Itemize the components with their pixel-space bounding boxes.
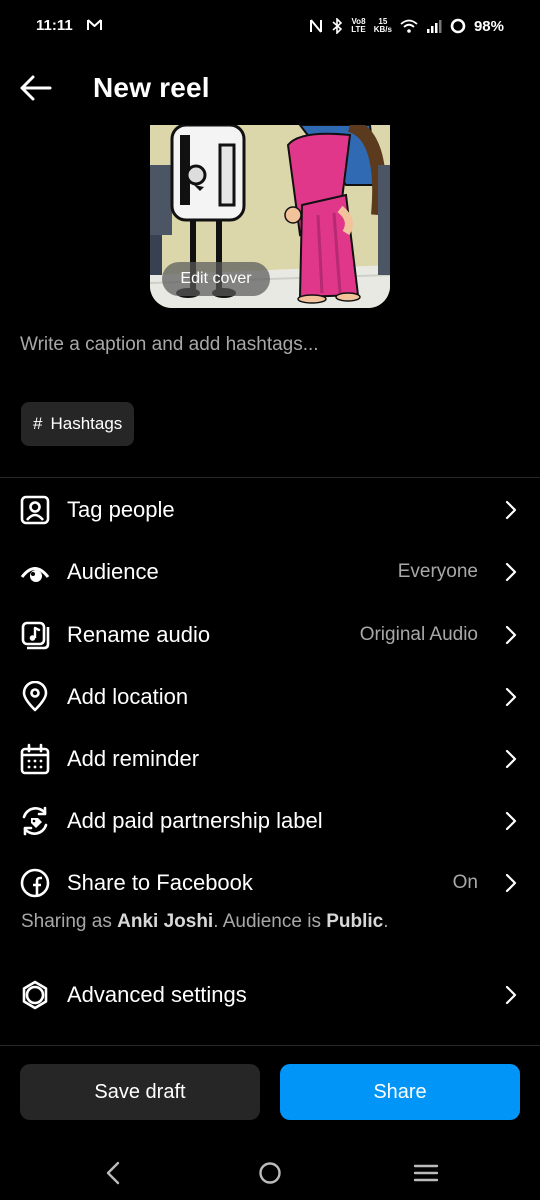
nav-menu-icon[interactable] bbox=[406, 1158, 446, 1188]
chevron-right-icon bbox=[505, 749, 517, 769]
header: New reel bbox=[0, 58, 540, 118]
paid-partnership-row[interactable]: Add paid partnership label bbox=[0, 793, 540, 849]
chevron-right-icon bbox=[505, 687, 517, 707]
edit-cover-button[interactable]: Edit cover bbox=[162, 262, 270, 296]
add-location-label: Add location bbox=[67, 684, 189, 709]
audience-row[interactable]: Audience Everyone bbox=[0, 544, 540, 600]
network-speed: 15 KB/s bbox=[373, 17, 392, 34]
nfc-icon bbox=[310, 19, 323, 33]
chevron-right-icon bbox=[505, 873, 517, 893]
nav-home-icon[interactable] bbox=[250, 1158, 290, 1188]
tag-people-label: Tag people bbox=[67, 497, 175, 522]
audience-label: Audience bbox=[67, 559, 159, 584]
gear-icon bbox=[18, 979, 52, 1011]
tag-person-icon bbox=[18, 494, 52, 526]
add-reminder-label: Add reminder bbox=[67, 746, 200, 771]
volte-indicator: Vo8 LTE bbox=[351, 17, 366, 34]
save-draft-button[interactable]: Save draft bbox=[20, 1064, 260, 1120]
chevron-right-icon bbox=[505, 562, 517, 582]
add-reminder-row[interactable]: Add reminder bbox=[0, 731, 540, 787]
status-icons: Vo8 LTE 15 KB/s 98% bbox=[309, 15, 504, 37]
share-facebook-label: Share to Facebook bbox=[67, 870, 253, 895]
chevron-right-icon bbox=[505, 811, 517, 831]
divider bbox=[0, 1045, 540, 1046]
share-facebook-value: On bbox=[452, 872, 478, 893]
gmail-icon bbox=[87, 19, 102, 30]
battery-percent: 98% bbox=[473, 17, 504, 35]
partnership-icon bbox=[18, 805, 52, 837]
page-title: New reel bbox=[93, 72, 210, 103]
status-bar: 11:11 Vo8 LTE 15 KB/s 98% bbox=[0, 0, 540, 54]
audience-value: Everyone bbox=[397, 561, 478, 582]
eye-icon bbox=[18, 556, 52, 588]
add-location-row[interactable]: Add location bbox=[0, 669, 540, 725]
tag-people-row[interactable]: Tag people bbox=[0, 482, 540, 538]
caption-input[interactable] bbox=[20, 330, 520, 360]
calendar-icon bbox=[18, 743, 52, 775]
back-arrow-icon[interactable] bbox=[16, 70, 56, 106]
divider bbox=[0, 477, 540, 478]
chevron-right-icon bbox=[505, 625, 517, 645]
chevron-right-icon bbox=[505, 500, 517, 520]
location-pin-icon bbox=[18, 681, 52, 713]
nav-back-icon[interactable] bbox=[94, 1158, 134, 1188]
hashtags-button[interactable]: # Hashtags bbox=[21, 402, 135, 446]
bluetooth-icon bbox=[332, 18, 343, 34]
signal-icon bbox=[426, 20, 442, 33]
hashtag-icon: # bbox=[33, 414, 43, 433]
sharing-audience: Public bbox=[326, 911, 384, 932]
rename-audio-value: Original Audio bbox=[359, 624, 478, 645]
reel-cover[interactable]: Edit cover bbox=[150, 125, 390, 308]
advanced-settings-row[interactable]: Advanced settings bbox=[0, 967, 540, 1023]
facebook-icon bbox=[18, 867, 52, 899]
music-note-icon bbox=[18, 619, 52, 651]
advanced-settings-label: Advanced settings bbox=[67, 982, 247, 1007]
paid-partnership-label: Add paid partnership label bbox=[67, 808, 323, 833]
system-nav-bar bbox=[0, 1146, 540, 1200]
wifi-icon bbox=[400, 19, 418, 33]
chevron-right-icon bbox=[505, 985, 517, 1005]
battery-icon bbox=[450, 18, 466, 34]
rename-audio-label: Rename audio bbox=[67, 622, 211, 647]
hashtags-label: Hashtags bbox=[50, 414, 123, 433]
share-button[interactable]: Share bbox=[280, 1064, 520, 1120]
sharing-info: Sharing as Anki Joshi. Audience is Publi… bbox=[21, 911, 389, 932]
rename-audio-row[interactable]: Rename audio Original Audio bbox=[0, 607, 540, 663]
sharing-account-name: Anki Joshi bbox=[117, 911, 214, 932]
share-facebook-row[interactable]: Share to Facebook On bbox=[0, 855, 540, 911]
status-time: 11:11 bbox=[36, 17, 73, 34]
